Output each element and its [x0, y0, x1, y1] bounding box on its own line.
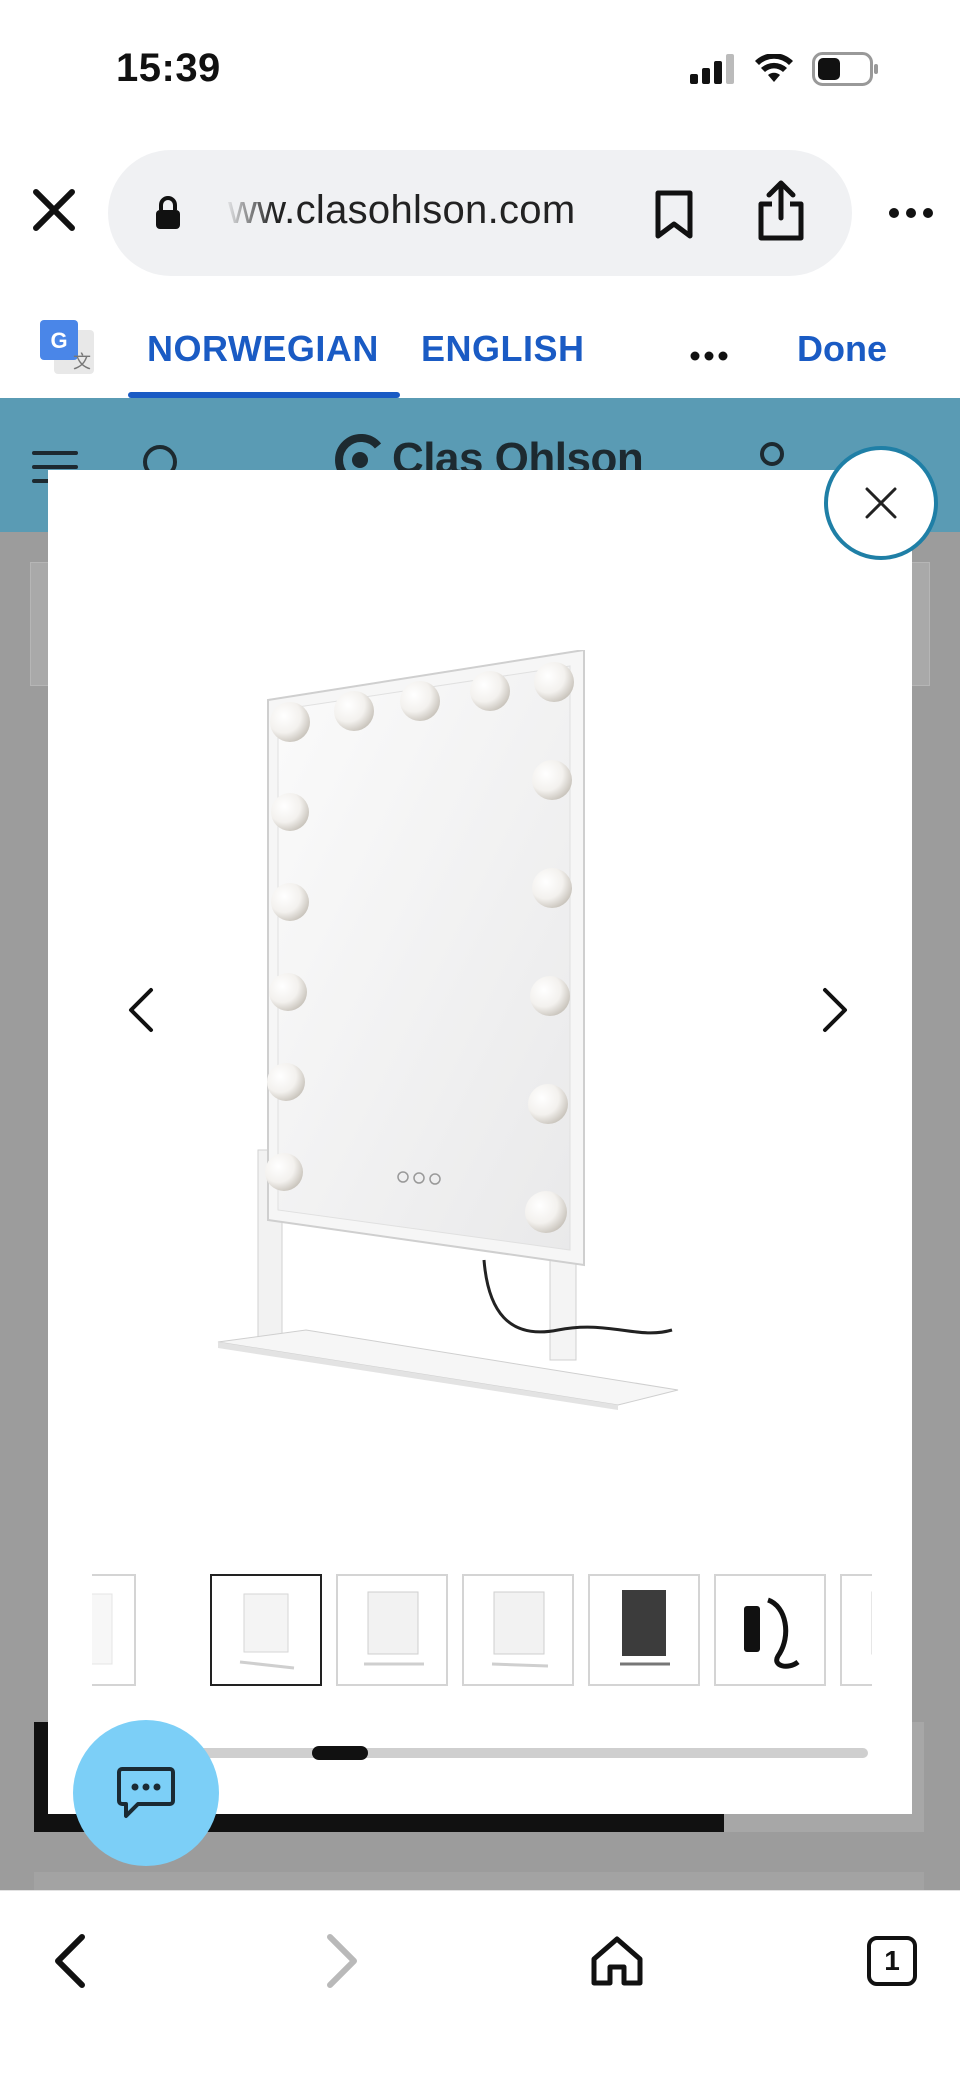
- battery-icon: [812, 52, 878, 86]
- tab-english[interactable]: ENGLISH: [421, 328, 585, 370]
- chevron-left-icon: [129, 988, 153, 1032]
- product-image: [217, 650, 679, 1410]
- browser-more-button[interactable]: [888, 206, 934, 224]
- mirror-back-thumbnail-icon: [620, 1590, 670, 1666]
- next-image-button[interactable]: [808, 970, 864, 1050]
- mirror-thumbnail-icon: [491, 1591, 549, 1668]
- share-button[interactable]: [756, 180, 806, 247]
- thumbnail-3[interactable]: [336, 1574, 448, 1686]
- chevron-right-icon: [327, 1934, 357, 1988]
- thumbnail-5[interactable]: [588, 1574, 700, 1686]
- mirror-thumbnail-icon: [364, 1591, 424, 1666]
- status-bar: 15:39: [0, 0, 960, 140]
- close-icon: [33, 189, 75, 231]
- url-text: ww.clasohlson.com: [228, 188, 576, 232]
- mirror-thumbnail-icon: [239, 1593, 295, 1670]
- chevron-right-icon: [823, 988, 847, 1032]
- bookmark-icon: [655, 190, 693, 239]
- translate-done-button[interactable]: Done: [797, 328, 887, 370]
- svg-text:文: 文: [73, 352, 91, 373]
- close-gallery-button[interactable]: [824, 446, 938, 560]
- bookmark-button[interactable]: [654, 190, 694, 245]
- image-gallery-modal: [48, 470, 912, 1814]
- mirror-side-thumbnail-icon: [871, 1591, 872, 1655]
- thumbnail-7[interactable]: [840, 1574, 872, 1686]
- thumbnail-1[interactable]: [92, 1574, 136, 1686]
- browser-url-row: ww.clasohlson.com: [0, 140, 960, 280]
- tab-count: 1: [884, 1945, 900, 1976]
- dimmed-content-block: [34, 1872, 924, 1890]
- google-translate-icon: G 文: [40, 320, 94, 374]
- tab-norwegian[interactable]: NORWEGIAN: [147, 328, 379, 370]
- power-adapter-thumbnail-icon: [744, 1597, 800, 1669]
- back-button[interactable]: [30, 1921, 110, 2001]
- more-horizontal-icon: [889, 208, 933, 218]
- thumbnail-scroll-track[interactable]: [168, 1748, 868, 1758]
- tabs-button[interactable]: 1: [852, 1921, 932, 2001]
- wifi-icon: [755, 54, 793, 82]
- forward-button[interactable]: [302, 1921, 382, 2001]
- cellular-signal-icon: [690, 54, 734, 84]
- more-horizontal-icon: [690, 351, 728, 361]
- thumbnail-4[interactable]: [462, 1574, 574, 1686]
- browser-bottom-bar: 1: [0, 1890, 960, 2081]
- address-bar[interactable]: ww.clasohlson.com: [108, 150, 852, 276]
- close-tab-button[interactable]: [30, 186, 78, 234]
- mirror-thumbnail-icon: [92, 1593, 113, 1665]
- svg-text:G: G: [50, 328, 67, 353]
- thumbnail-strip[interactable]: [92, 1574, 872, 1688]
- url-fade: [224, 180, 274, 240]
- chevron-left-icon: [55, 1934, 85, 1988]
- close-icon: [865, 487, 897, 519]
- status-icons: [690, 52, 878, 86]
- chat-bubble-icon: [117, 1767, 175, 1818]
- share-icon: [758, 180, 804, 241]
- previous-image-button[interactable]: [112, 970, 168, 1050]
- translate-more-button[interactable]: [690, 348, 728, 366]
- thumbnail-scroll-handle[interactable]: [312, 1746, 368, 1760]
- thumbnail-2-selected[interactable]: [210, 1574, 322, 1686]
- status-time: 15:39: [116, 46, 221, 90]
- thumbnail-6[interactable]: [714, 1574, 826, 1686]
- home-button[interactable]: [577, 1921, 657, 2001]
- home-icon: [591, 1936, 643, 1986]
- translate-bar: G 文 NORWEGIAN ENGLISH Done: [0, 290, 960, 398]
- chat-button[interactable]: [73, 1720, 219, 1866]
- lock-icon: [156, 196, 180, 229]
